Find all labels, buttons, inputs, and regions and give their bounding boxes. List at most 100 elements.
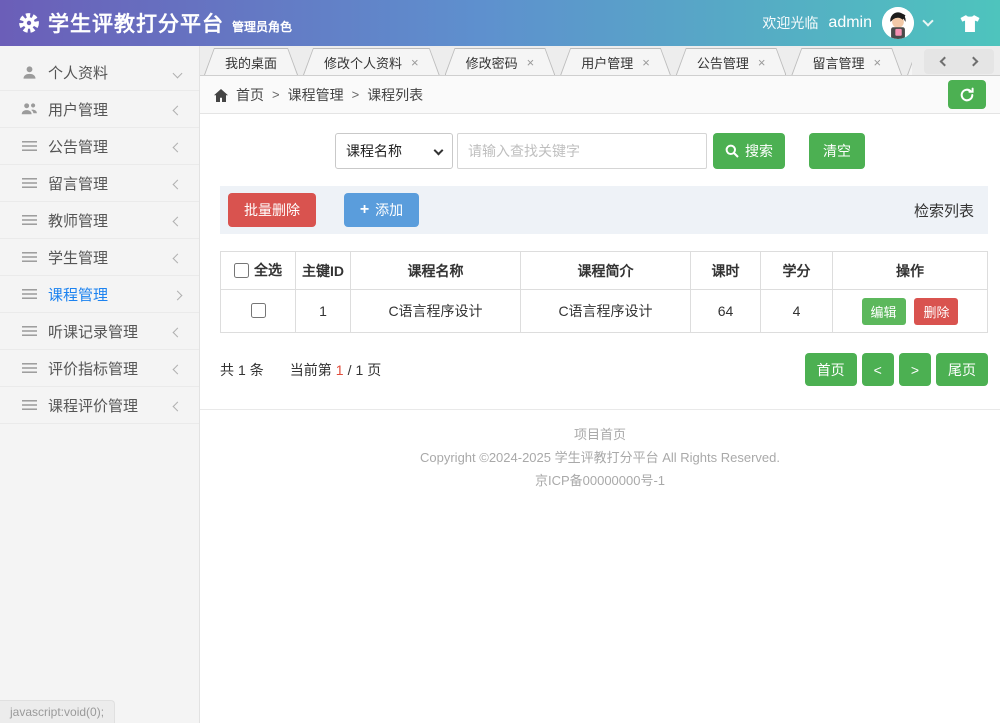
chevron-left-icon xyxy=(172,138,183,155)
sidebar: 个人资料 用户管理 公告管理 留言管理 教师管理 学生管理 课程管理 听课记录管… xyxy=(0,46,200,723)
selected-option: 课程名称 xyxy=(346,143,402,159)
tab-announcement-mgmt[interactable]: 公告管理 × xyxy=(676,48,787,75)
chevron-left-icon xyxy=(172,212,183,229)
sidebar-item-teachers[interactable]: 教师管理 xyxy=(0,202,199,239)
user-icon xyxy=(20,65,38,80)
project-home-link[interactable]: 项目首页 xyxy=(574,427,626,442)
tab-message-mgmt[interactable]: 留言管理 × xyxy=(791,48,902,75)
chevron-left-icon xyxy=(172,397,183,414)
sidebar-item-users[interactable]: 用户管理 xyxy=(0,91,199,128)
sidebar-item-label: 教师管理 xyxy=(48,212,109,230)
close-icon[interactable]: × xyxy=(873,56,881,69)
row-checkbox[interactable] xyxy=(250,303,266,318)
app-header: 学生评教打分平台 管理员角色 欢迎光临 admin xyxy=(0,0,1000,46)
refresh-button[interactable] xyxy=(948,80,986,109)
tab-scrollers xyxy=(924,49,994,74)
first-page-button[interactable]: 首页 xyxy=(804,353,857,386)
tab-label: 修改密码 xyxy=(465,55,518,71)
sidebar-item-label: 评价指标管理 xyxy=(48,360,139,378)
header-course-intro: 课程简介 xyxy=(520,251,691,290)
sidebar-item-label: 学生管理 xyxy=(48,249,109,267)
close-icon[interactable]: × xyxy=(527,56,535,69)
search-button[interactable]: 搜索 xyxy=(713,133,785,169)
sidebar-item-label: 公告管理 xyxy=(48,138,109,156)
list-title: 检索列表 xyxy=(913,202,974,220)
app-title: 学生评教打分平台 xyxy=(48,13,224,36)
select-all-checkbox[interactable] xyxy=(234,262,249,278)
edit-button[interactable]: 编辑 xyxy=(861,297,906,325)
sidebar-item-courses[interactable]: 课程管理 xyxy=(0,276,199,313)
sidebar-item-lecture-records[interactable]: 听课记录管理 xyxy=(0,313,199,350)
chevron-left-icon xyxy=(172,249,183,266)
breadcrumb-course-mgmt[interactable]: 课程管理 xyxy=(288,85,344,105)
copyright-text: Copyright ©2024-2025 学生评教打分平台 All Rights… xyxy=(420,450,780,465)
search-bar: 课程名称 搜索 清空 xyxy=(335,133,1000,169)
footer: 项目首页 Copyright ©2024-2025 学生评教打分平台 All R… xyxy=(200,409,1000,492)
tab-edit-profile[interactable]: 修改个人资料 × xyxy=(303,48,440,75)
scroll-tabs-right-icon[interactable] xyxy=(968,56,979,67)
sidebar-item-profile[interactable]: 个人资料 xyxy=(0,54,199,91)
home-icon xyxy=(214,88,228,102)
close-icon[interactable]: × xyxy=(411,56,419,69)
prev-page-button[interactable]: < xyxy=(861,353,894,386)
header-actions: 操作 xyxy=(832,251,988,290)
search-input[interactable] xyxy=(457,133,707,169)
total-pages: 1 xyxy=(355,361,364,378)
menu-icon xyxy=(20,140,38,152)
pagination: 共 1 条 当前第 1 / 1 页 首页 < > 尾页 xyxy=(220,353,988,386)
chevron-down-icon xyxy=(172,64,183,81)
tab-label: 留言管理 xyxy=(812,55,865,71)
welcome-text: 欢迎光临 xyxy=(762,15,819,31)
delete-button[interactable]: 删除 xyxy=(914,297,959,325)
header-hours: 课时 xyxy=(690,251,761,290)
sidebar-item-course-evals[interactable]: 课程评价管理 xyxy=(0,387,199,424)
breadcrumb-course-list[interactable]: 课程列表 xyxy=(367,85,423,105)
header-id: 主键ID xyxy=(295,251,351,290)
select-all-label: 全选 xyxy=(254,262,282,279)
main-area: 我的桌面 修改个人资料 × 修改密码 × 用户管理 × 公告管理 × 留言管理 … xyxy=(200,46,1000,723)
next-page-button[interactable]: > xyxy=(898,353,931,386)
avatar[interactable] xyxy=(882,7,914,39)
row-select-cell xyxy=(220,289,296,333)
sidebar-item-label: 留言管理 xyxy=(48,175,109,193)
row-course-intro: C语言程序设计 xyxy=(520,289,691,333)
batch-delete-label: 批量删除 xyxy=(244,202,300,218)
sidebar-item-label: 课程管理 xyxy=(48,286,109,304)
status-link-preview: javascript:void(0); xyxy=(0,700,116,723)
close-icon[interactable]: × xyxy=(642,56,650,69)
tab-teacher-mgmt[interactable]: 教师管理 × xyxy=(907,48,912,75)
tab-my-desktop[interactable]: 我的桌面 xyxy=(204,48,298,75)
sidebar-item-students[interactable]: 学生管理 xyxy=(0,239,199,276)
row-credits: 4 xyxy=(760,289,833,333)
close-icon[interactable]: × xyxy=(758,56,766,69)
chevron-down-icon[interactable] xyxy=(922,15,934,27)
scroll-tabs-left-icon[interactable] xyxy=(939,56,950,67)
course-table: 全选 主键ID 课程名称 课程简介 课时 学分 操作 1 C语言程序设计 C语言… xyxy=(220,251,988,333)
add-button[interactable]: + 添加 xyxy=(344,193,419,227)
sidebar-item-label: 用户管理 xyxy=(48,101,109,119)
pagination-info: 共 1 条 当前第 1 / 1 页 xyxy=(220,360,381,380)
pagination-buttons: 首页 < > 尾页 xyxy=(804,353,988,386)
search-category-select[interactable]: 课程名称 xyxy=(335,133,453,169)
breadcrumb-home[interactable]: 首页 xyxy=(236,85,264,105)
sidebar-item-eval-indicators[interactable]: 评价指标管理 xyxy=(0,350,199,387)
last-page-button[interactable]: 尾页 xyxy=(936,353,988,386)
tab-label: 公告管理 xyxy=(696,55,749,71)
tshirt-icon[interactable] xyxy=(958,14,982,33)
chevron-left-icon xyxy=(172,323,183,340)
tab-label: 用户管理 xyxy=(581,55,634,71)
menu-icon xyxy=(20,288,38,300)
batch-delete-button[interactable]: 批量删除 xyxy=(228,193,316,227)
tab-user-mgmt[interactable]: 用户管理 × xyxy=(560,48,671,75)
clear-button-label: 清空 xyxy=(823,143,851,159)
clear-button[interactable]: 清空 xyxy=(809,133,865,169)
sidebar-item-messages[interactable]: 留言管理 xyxy=(0,165,199,202)
breadcrumb: 首页 > 课程管理 > 课程列表 xyxy=(200,76,1000,114)
header-select-all: 全选 xyxy=(220,251,296,290)
icp-text: 京ICP备00000000号-1 xyxy=(534,473,666,488)
tab-change-password[interactable]: 修改密码 × xyxy=(445,48,556,75)
menu-icon xyxy=(20,251,38,263)
sidebar-item-announcements[interactable]: 公告管理 xyxy=(0,128,199,165)
row-course-name: C语言程序设计 xyxy=(350,289,521,333)
table-toolbar: 批量删除 + 添加 检索列表 xyxy=(220,186,988,234)
